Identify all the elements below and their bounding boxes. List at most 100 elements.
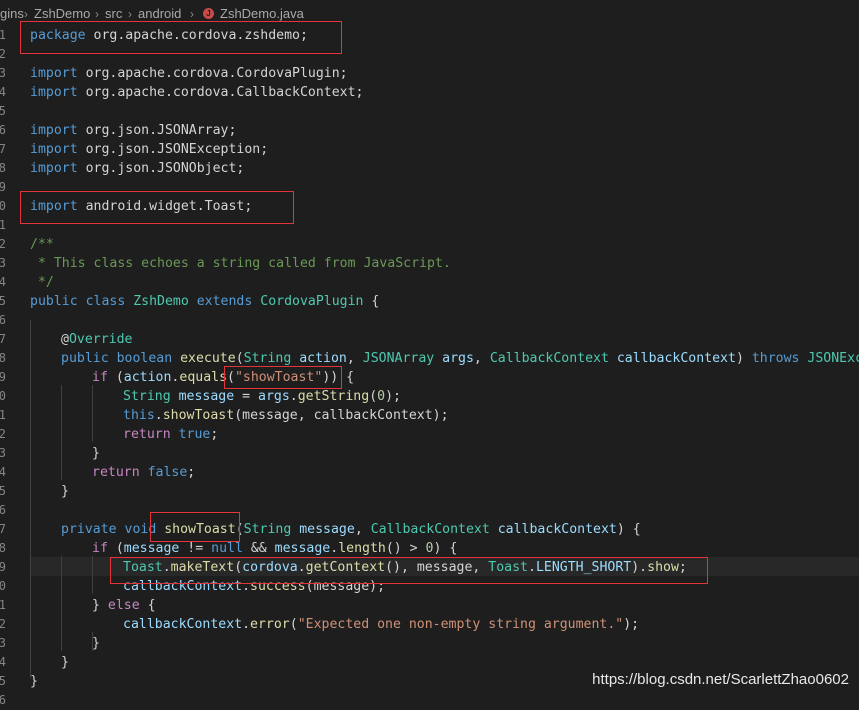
punct: (	[235, 351, 244, 366]
annotation-name: Override	[68, 332, 133, 347]
punct: .	[289, 389, 298, 404]
indent-guide	[92, 385, 93, 442]
keyword-import: import	[30, 66, 78, 81]
method-name: error	[250, 617, 290, 632]
param-name: action	[291, 351, 347, 366]
line-number: 20	[0, 389, 6, 403]
line-number: 34	[0, 655, 6, 669]
keyword-this: this	[123, 408, 155, 423]
type-name: String	[123, 389, 171, 404]
method-name: showToast	[162, 408, 235, 423]
method-name: execute	[180, 351, 236, 366]
punct: !=	[179, 541, 212, 556]
indent-guide	[30, 320, 31, 678]
punct: (	[369, 389, 378, 404]
type-name: CallbackContext	[489, 351, 609, 366]
line-number: 6	[0, 123, 6, 137]
punct: .	[154, 408, 163, 423]
highlight-box-toast-call	[110, 557, 708, 584]
code-line-get-message: String message = args.getString(0);	[123, 387, 401, 406]
line-number: 26	[0, 503, 6, 517]
line-number: 27	[0, 522, 6, 536]
import-path: org.apache.cordova.CallbackContext;	[77, 85, 364, 100]
code-line-return-false: return false;	[92, 463, 195, 482]
punct: ,	[346, 351, 363, 366]
punct: ) {	[616, 522, 641, 537]
keyword-import: import	[30, 142, 78, 157]
line-number: 12	[0, 237, 6, 251]
line-number: 32	[0, 617, 6, 631]
code-line-showtoast-decl: private void showToast(String message, C…	[61, 520, 641, 539]
keyword-if: if	[92, 541, 108, 556]
class-name: ZshDemo	[133, 294, 189, 309]
code-editor[interactable]: 1 2 3 4 5 6 7 8 9 10 11 12 13 14 15 16 1…	[0, 0, 859, 707]
code-line-comment: * This class echoes a string called from…	[30, 256, 451, 271]
method-name: length	[338, 541, 386, 556]
keyword-import: import	[30, 161, 78, 176]
punct: )	[735, 351, 752, 366]
type-name: String	[243, 522, 292, 537]
keyword-true: true	[170, 427, 211, 442]
keyword-import: import	[30, 123, 78, 138]
keyword-class: class	[77, 294, 134, 309]
line-number: 7	[0, 142, 6, 156]
punct: }	[92, 598, 108, 613]
line-number: 21	[0, 408, 6, 422]
line-number: 14	[0, 275, 6, 289]
code-line-annotation: @Override	[61, 330, 132, 349]
param-name: args	[434, 351, 474, 366]
type-name: JSONArray	[362, 351, 435, 366]
param-name: callbackContext	[608, 351, 736, 366]
type-name: CallbackContext	[370, 522, 490, 537]
line-number: 24	[0, 465, 6, 479]
code-line-import: import org.json.JSONException;	[30, 140, 268, 159]
code-line-import: import org.apache.cordova.CordovaPlugin;	[30, 64, 348, 83]
punct: ,	[354, 522, 371, 537]
keyword-null: null	[211, 541, 243, 556]
line-number: 30	[0, 579, 6, 593]
punct: .	[330, 541, 339, 556]
string-literal: "Expected one non-empty string argument.…	[297, 617, 624, 632]
highlight-box-showtoast-method	[150, 512, 240, 542]
param-name: message	[291, 522, 355, 537]
punct: (	[289, 617, 298, 632]
code-line-brace: }	[30, 674, 38, 689]
line-number: 5	[0, 104, 6, 118]
code-line-brace: }	[92, 446, 100, 461]
code-line-call-showtoast: this.showToast(message, callbackContext)…	[123, 406, 449, 425]
line-number: 1	[0, 28, 6, 42]
var-name: message	[123, 541, 180, 556]
keyword-return: return	[123, 427, 171, 442]
var-name: args	[258, 389, 290, 404]
line-number: 31	[0, 598, 6, 612]
punct: () >	[385, 541, 426, 556]
keyword-import: import	[30, 85, 78, 100]
code-line-import: import org.apache.cordova.CallbackContex…	[30, 83, 363, 102]
keyword-extends: extends	[188, 294, 261, 309]
line-number: 3	[0, 66, 6, 80]
parent-class: CordovaPlugin	[260, 294, 364, 309]
var-name: action	[123, 370, 172, 385]
code-line-class-decl: public class ZshDemo extends CordovaPlug…	[30, 292, 379, 311]
code-line-return-true: return true;	[123, 425, 218, 444]
method-name: getString	[297, 389, 370, 404]
punct: (	[107, 541, 124, 556]
code-line-error: callbackContext.error("Expected one non-…	[123, 615, 639, 634]
highlight-box-import-toast	[20, 191, 294, 224]
keyword-else: else	[107, 598, 140, 613]
line-number: 15	[0, 294, 6, 308]
punct: ;	[210, 427, 219, 442]
punct: );	[623, 617, 640, 632]
keyword-throws: throws	[751, 351, 800, 366]
code-line-execute-decl: public boolean execute(String action, JS…	[61, 349, 859, 368]
keyword-private: private	[61, 522, 117, 537]
line-number: 11	[0, 218, 6, 232]
highlight-box-showtoast-string	[224, 366, 342, 389]
args: (message, callbackContext);	[234, 408, 449, 423]
line-number: 22	[0, 427, 6, 441]
punct: );	[385, 389, 401, 404]
punct: (	[107, 370, 124, 385]
line-number: 9	[0, 180, 6, 194]
code-line-import: import org.json.JSONArray;	[30, 121, 236, 140]
param-name: callbackContext	[489, 522, 617, 537]
